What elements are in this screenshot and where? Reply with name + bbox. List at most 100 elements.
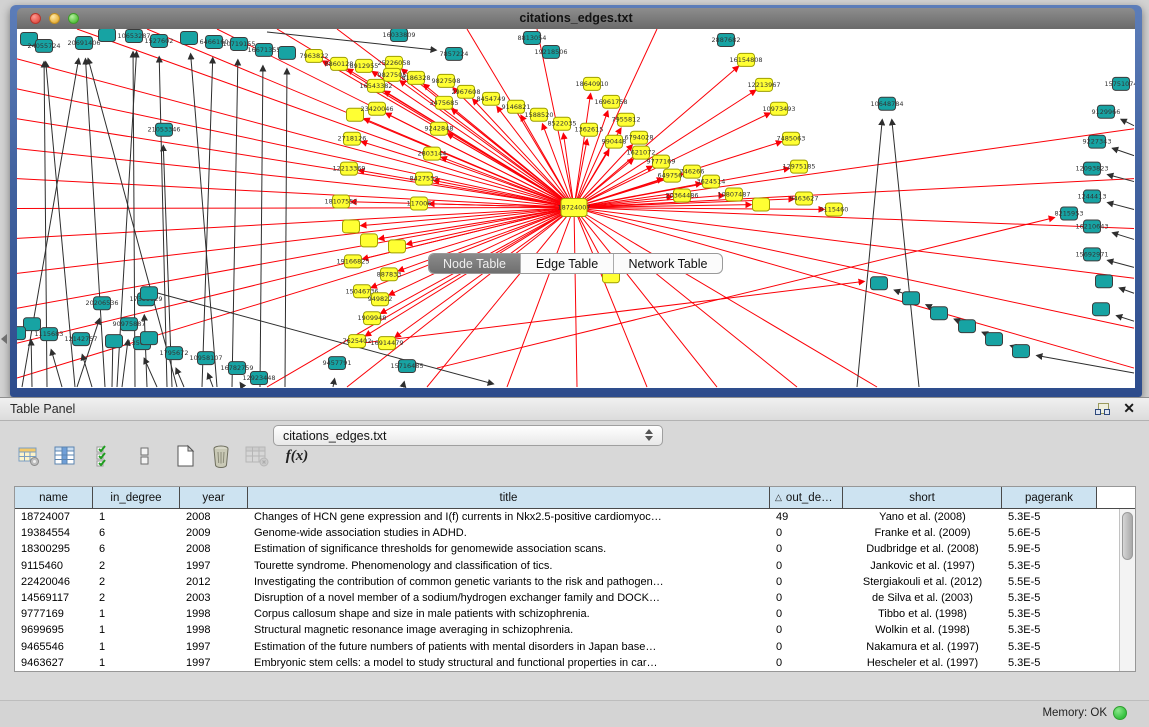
graph-node[interactable] (279, 46, 296, 59)
graph-node[interactable] (141, 287, 158, 300)
cell-pagerank[interactable]: 5.3E-5 (1002, 511, 1097, 523)
graph-node[interactable] (931, 307, 948, 320)
cell-year[interactable]: 2012 (180, 576, 248, 588)
tab-network-table[interactable]: Network Table (614, 254, 722, 273)
cell-pagerank[interactable]: 5.3E-5 (1002, 560, 1097, 572)
column-header-name[interactable]: name (15, 487, 93, 508)
graph-node[interactable] (24, 318, 41, 331)
column-header-year[interactable]: year (180, 487, 248, 508)
network-canvas[interactable]: 1872400779638228860128891295525226058982… (17, 29, 1135, 388)
cell-title[interactable]: Disruption of a novel member of a sodium… (248, 592, 770, 604)
cell-short[interactable]: Jankovic et al. (1997) (843, 560, 1002, 572)
sidebar-collapse-arrow[interactable] (1, 334, 7, 344)
table-row[interactable]: 946362711997Embryonic stem cells: a mode… (15, 655, 1120, 671)
cell-name[interactable]: 9463627 (15, 657, 93, 669)
cell-name[interactable]: 9465546 (15, 641, 93, 653)
cell-year[interactable]: 1997 (180, 657, 248, 669)
column-header-out_degree[interactable]: △out_de… (770, 487, 843, 508)
row-height-icon[interactable] (130, 443, 160, 469)
cell-out_degree[interactable]: 0 (770, 527, 843, 539)
cell-in_degree[interactable]: 6 (93, 527, 180, 539)
table-row[interactable]: 911546021997Tourette syndrome. Phenomeno… (15, 558, 1120, 574)
cell-year[interactable]: 2003 (180, 592, 248, 604)
table-row[interactable]: 2242004622012Investigating the contribut… (15, 574, 1120, 590)
cell-out_degree[interactable]: 0 (770, 560, 843, 572)
column-header-pagerank[interactable]: pagerank (1002, 487, 1097, 508)
new-table-icon[interactable] (170, 443, 200, 469)
cell-title[interactable]: Corpus callosum shape and size in male p… (248, 608, 770, 620)
cell-in_degree[interactable]: 1 (93, 511, 180, 523)
cell-in_degree[interactable]: 2 (93, 592, 180, 604)
cell-name[interactable]: 14569117 (15, 592, 93, 604)
graph-node[interactable] (959, 320, 976, 333)
cell-pagerank[interactable]: 5.9E-5 (1002, 543, 1097, 555)
cell-out_degree[interactable]: 49 (770, 511, 843, 523)
cell-in_degree[interactable]: 6 (93, 543, 180, 555)
graph-node[interactable] (99, 29, 116, 41)
cell-in_degree[interactable]: 1 (93, 608, 180, 620)
delete-table-icon[interactable] (206, 443, 236, 469)
table-row[interactable]: 1938455462009Genome-wide association stu… (15, 525, 1120, 541)
cell-out_degree[interactable]: 0 (770, 624, 843, 636)
graph-node[interactable] (1013, 345, 1030, 358)
cell-short[interactable]: Stergiakouli et al. (2012) (843, 576, 1002, 588)
cell-year[interactable]: 1997 (180, 560, 248, 572)
cell-out_degree[interactable]: 0 (770, 608, 843, 620)
table-row[interactable]: 1456911722003Disruption of a novel membe… (15, 590, 1120, 606)
table-row[interactable]: 1872400712008Changes of HCN gene express… (15, 509, 1120, 525)
table-row[interactable]: 969969511998Structural magnetic resonanc… (15, 622, 1120, 638)
graph-node[interactable] (181, 31, 198, 44)
cell-year[interactable]: 2008 (180, 543, 248, 555)
network-window-titlebar[interactable]: citations_edges.txt (17, 8, 1135, 30)
column-header-short[interactable]: short (843, 487, 1002, 508)
cell-out_degree[interactable]: 0 (770, 657, 843, 669)
cell-name[interactable]: 22420046 (15, 576, 93, 588)
graph-node[interactable] (343, 220, 360, 233)
cell-year[interactable]: 2009 (180, 527, 248, 539)
table-row[interactable]: 977716911998Corpus callosum shape and si… (15, 606, 1120, 622)
cell-pagerank[interactable]: 5.3E-5 (1002, 641, 1097, 653)
graph-node[interactable] (1096, 275, 1113, 288)
cell-title[interactable]: Genome-wide association studies in ADHD. (248, 527, 770, 539)
cell-year[interactable]: 1997 (180, 641, 248, 653)
cell-in_degree[interactable]: 1 (93, 624, 180, 636)
cell-name[interactable]: 9777169 (15, 608, 93, 620)
cell-short[interactable]: Hescheler et al. (1997) (843, 657, 1002, 669)
float-window-icon[interactable] (1095, 403, 1109, 416)
tab-edge-table[interactable]: Edge Table (521, 254, 614, 273)
table-row[interactable]: 946554611997Estimation of the future num… (15, 639, 1120, 655)
tab-node-table[interactable]: Node Table (429, 254, 521, 273)
cell-short[interactable]: Yano et al. (2008) (843, 511, 1002, 523)
cell-out_degree[interactable]: 0 (770, 592, 843, 604)
cell-out_degree[interactable]: 0 (770, 576, 843, 588)
cell-short[interactable]: Tibbo et al. (1998) (843, 608, 1002, 620)
graph-node[interactable] (871, 277, 888, 290)
cell-pagerank[interactable]: 5.3E-5 (1002, 608, 1097, 620)
cell-pagerank[interactable]: 5.3E-5 (1002, 657, 1097, 669)
cell-in_degree[interactable]: 2 (93, 560, 180, 572)
network-graph[interactable]: 1872400779638228860128891295525226058982… (17, 29, 1135, 388)
cell-pagerank[interactable]: 5.6E-5 (1002, 527, 1097, 539)
column-header-title[interactable]: title (248, 487, 770, 508)
table-scrollbar[interactable] (1119, 509, 1135, 671)
cell-in_degree[interactable]: 1 (93, 657, 180, 669)
network-view-window[interactable]: citations_edges.txt 18724007796382288601… (10, 5, 1142, 397)
graph-node[interactable] (361, 234, 378, 247)
cell-short[interactable]: de Silva et al. (2003) (843, 592, 1002, 604)
cell-title[interactable]: Investigating the contribution of common… (248, 576, 770, 588)
cell-title[interactable]: Estimation of the future numbers of pati… (248, 641, 770, 653)
cell-short[interactable]: Franke et al. (2009) (843, 527, 1002, 539)
cell-title[interactable]: Estimation of significance thresholds fo… (248, 543, 770, 555)
cell-out_degree[interactable]: 0 (770, 641, 843, 653)
graph-node[interactable] (17, 327, 26, 340)
cell-year[interactable]: 1998 (180, 608, 248, 620)
cell-out_degree[interactable]: 0 (770, 543, 843, 555)
cell-pagerank[interactable]: 5.3E-5 (1002, 592, 1097, 604)
cell-pagerank[interactable]: 5.3E-5 (1002, 624, 1097, 636)
cell-short[interactable]: Nakamura et al. (1997) (843, 641, 1002, 653)
scrollbar-thumb[interactable] (1122, 512, 1133, 560)
table-settings-icon[interactable] (14, 443, 44, 469)
cell-short[interactable]: Dudbridge et al. (2008) (843, 543, 1002, 555)
graph-node[interactable] (903, 292, 920, 305)
cell-name[interactable]: 9115460 (15, 560, 93, 572)
